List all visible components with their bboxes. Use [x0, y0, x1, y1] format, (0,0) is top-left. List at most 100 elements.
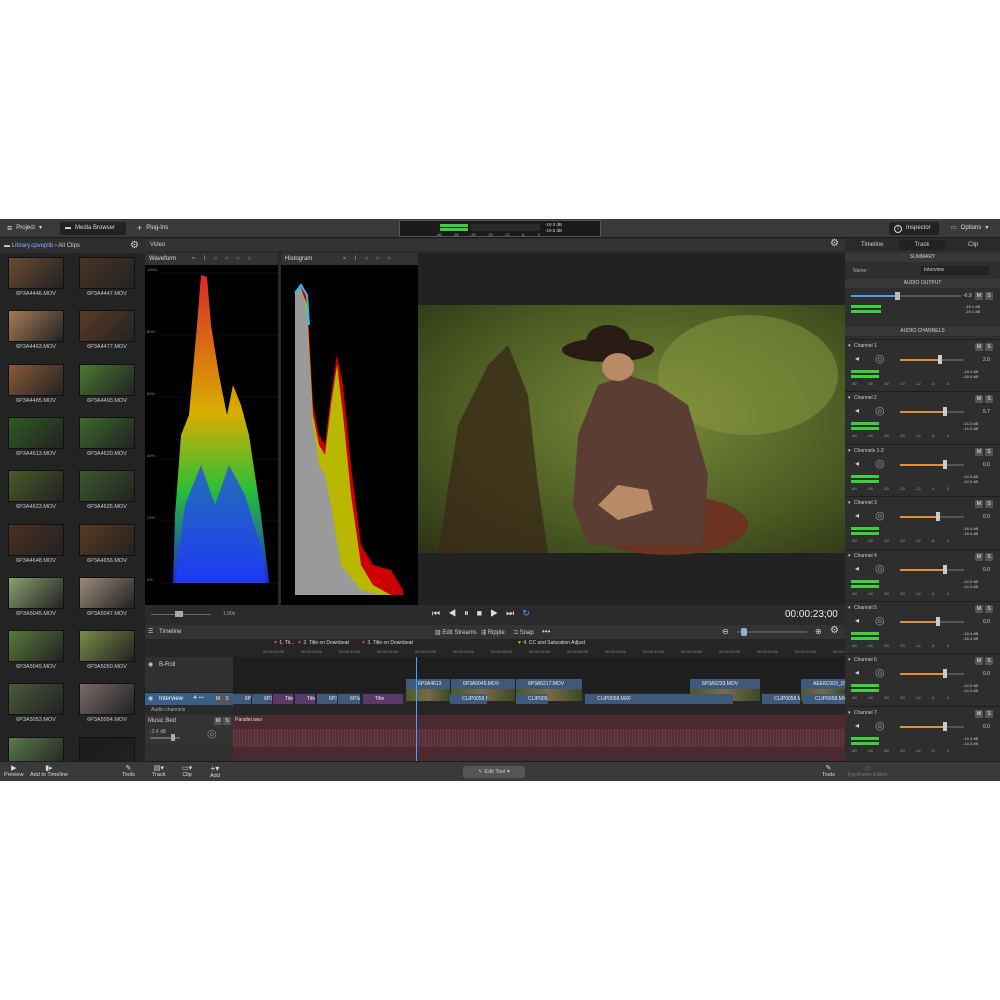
channel-volume-handle[interactable] — [942, 721, 947, 731]
pan-knob-icon[interactable]: ◎ — [875, 509, 885, 522]
scope-mode-icons[interactable]: ≈ ⌇ ○ ○ ○ ○ — [192, 253, 254, 265]
pan-knob-icon[interactable]: ◎ — [207, 727, 217, 740]
clip-thumbnail[interactable] — [8, 523, 64, 556]
channel-volume-handle[interactable] — [942, 669, 947, 679]
title-clip[interactable]: Title — [295, 694, 315, 704]
tab-clip[interactable]: Clip — [968, 242, 978, 248]
interview-clip[interactable]: CLIP0058.MXF — [585, 694, 733, 704]
mute-button[interactable]: M — [975, 605, 983, 613]
media-browser-button[interactable]: ▬ Media Browser — [60, 222, 126, 235]
chevron-down-icon[interactable]: ▾ — [848, 657, 851, 663]
track-name-input[interactable]: Interview — [921, 266, 989, 275]
mute-button[interactable]: M — [975, 395, 983, 404]
eye-icon[interactable]: ◉ — [148, 661, 153, 668]
mute-button[interactable]: M — [975, 552, 983, 561]
channel-volume-handle[interactable] — [942, 407, 947, 417]
interview-clip[interactable]: 6P3A — [338, 694, 360, 704]
solo-button[interactable]: S — [985, 395, 993, 404]
skip-start-icon[interactable]: ⏮ — [432, 608, 448, 618]
snap-button[interactable]: ⊐ Snap — [513, 629, 534, 636]
pan-knob-icon[interactable]: ◎ — [875, 614, 885, 627]
broll-clip[interactable]: 6P3A4613 — [406, 679, 450, 689]
solo-button[interactable]: S — [985, 500, 993, 509]
mute-button[interactable]: M — [214, 695, 222, 703]
clip-menu-button[interactable]: ▭▾ Clip — [182, 764, 192, 778]
channel-volume-handle[interactable] — [942, 459, 947, 469]
tab-track[interactable]: Track — [898, 240, 946, 250]
track-tools-icons[interactable]: ✚ ••• — [193, 695, 204, 701]
project-menu[interactable]: ≡ Project ▾ — [2, 222, 47, 235]
clip-thumbnail[interactable] — [79, 470, 135, 503]
clip-thumbnail[interactable] — [8, 683, 64, 716]
ripple-button[interactable]: ⇶ Ripple — [481, 629, 505, 636]
mute-button[interactable]: M — [975, 447, 983, 456]
step-forward-icon[interactable]: ▶ — [490, 608, 506, 618]
pause-icon[interactable]: ⏸ — [464, 608, 477, 618]
solo-button[interactable]: S — [985, 447, 993, 456]
solo-button[interactable]: S — [985, 709, 993, 718]
mute-button[interactable]: M — [975, 657, 983, 666]
eye-icon[interactable]: ◉ — [148, 695, 153, 702]
solo-button[interactable]: S — [223, 717, 231, 725]
channel-volume-handle[interactable] — [936, 512, 941, 522]
clip-thumbnail[interactable] — [79, 523, 135, 556]
track-header-broll[interactable]: ◉ B-Roll — [145, 657, 233, 693]
options-button[interactable]: ▭ Options ▾ — [946, 222, 993, 235]
audio-channels-toggle[interactable]: Audio channels — [145, 705, 233, 715]
mute-button[interactable]: M — [975, 343, 983, 351]
timeline-marker[interactable]: ▼ 2. Title on Downbeat — [297, 640, 349, 646]
timeline-zoom-slider[interactable] — [737, 631, 807, 633]
track-header-interview[interactable]: ◉ Interview ✚ ••• M S — [145, 693, 233, 705]
clip-thumbnail[interactable] — [8, 416, 64, 449]
pan-knob-icon[interactable]: ◎ — [875, 352, 885, 365]
timeline-marker[interactable]: ▼ 4. CC and Saturation Adjust — [517, 640, 585, 646]
channel-volume-handle[interactable] — [942, 564, 947, 574]
mute-button[interactable]: M — [975, 500, 983, 509]
plugins-button[interactable]: + Plug-Ins — [132, 222, 173, 235]
clip-thumbnail[interactable] — [79, 683, 135, 716]
add-to-timeline-button[interactable]: ▮▸ Add to Timeline — [30, 764, 68, 778]
clip-thumbnail[interactable] — [8, 576, 64, 609]
zoom-in-icon[interactable]: ⊕ — [815, 627, 822, 636]
timeline-marker[interactable]: ▼ 3. Title on Downbeat — [361, 640, 413, 646]
pan-knob-icon[interactable]: ◎ — [875, 666, 885, 679]
music-clip[interactable]: Parallel.wav — [233, 715, 845, 761]
clip-thumbnail[interactable] — [8, 257, 64, 289]
mute-button[interactable]: M — [975, 292, 983, 300]
loop-icon[interactable]: ↻ — [522, 608, 538, 618]
clip-thumbnail[interactable] — [79, 310, 135, 343]
chevron-down-icon[interactable]: ▾ — [848, 500, 851, 506]
stop-icon[interactable]: ■ — [477, 608, 490, 618]
channel-volume-handle[interactable] — [936, 617, 941, 626]
chevron-down-icon[interactable]: ▾ — [848, 710, 851, 716]
chevron-down-icon[interactable]: ▾ — [848, 448, 851, 454]
title-clip[interactable]: Title — [273, 694, 293, 704]
gear-icon[interactable]: ⚙ — [830, 238, 839, 249]
tab-timeline[interactable]: Timeline — [861, 242, 883, 248]
timeline-zoom-handle[interactable] — [741, 628, 747, 636]
clip-thumbnail[interactable] — [79, 257, 135, 289]
keyframe-editor-button[interactable]: ◇ Keyframe Editor — [848, 764, 887, 778]
gear-icon[interactable]: ⚙ — [130, 239, 139, 253]
interview-clip[interactable]: 6P3A — [317, 694, 337, 704]
broll-clip[interactable]: AEE6C003_150721 — [801, 679, 845, 689]
clip-thumbnail[interactable] — [8, 363, 64, 396]
channel-volume-handle[interactable] — [937, 355, 942, 364]
pan-knob-icon[interactable]: ◎ — [875, 719, 885, 732]
mute-button[interactable]: M — [214, 717, 222, 725]
mute-button[interactable]: M — [975, 709, 983, 718]
clip-thumbnail[interactable] — [79, 576, 135, 609]
interview-clip[interactable]: CLIP0058.MXF — [450, 694, 487, 704]
chevron-down-icon[interactable]: ▾ — [848, 395, 851, 401]
solo-button[interactable]: S — [985, 605, 993, 613]
clip-thumbnail[interactable] — [79, 630, 135, 663]
timeline-marker[interactable]: ▼ 1. Tit... — [273, 640, 294, 646]
clip-thumbnail[interactable] — [79, 363, 135, 396]
pan-knob-icon[interactable]: ◎ — [875, 404, 885, 417]
skip-end-icon[interactable]: ⏭ — [506, 608, 522, 618]
solo-button[interactable]: S — [985, 343, 993, 351]
inspector-button[interactable]: i Inspector — [889, 222, 939, 235]
title-clip[interactable]: Title — [363, 694, 403, 704]
interview-clip[interactable]: 6P3A — [233, 694, 251, 704]
interview-clip[interactable]: 6P3A — [252, 694, 272, 704]
